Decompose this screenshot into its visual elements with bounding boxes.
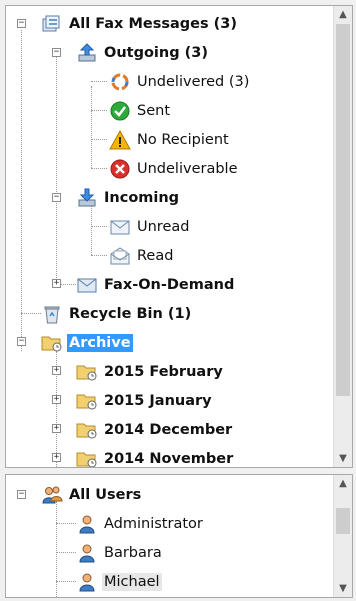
tree-item-label: No Recipient bbox=[137, 131, 229, 148]
tree-item-label: Archive bbox=[67, 333, 133, 352]
tree-item-incoming[interactable]: Incoming bbox=[76, 183, 181, 212]
scroll-down-arrow-icon[interactable]: ▼ bbox=[334, 580, 352, 597]
expand-toggle[interactable]: + bbox=[52, 424, 61, 433]
tree-item-label: All Fax Messages (3) bbox=[69, 15, 237, 32]
tree-item-label: Michael bbox=[102, 572, 162, 591]
error-icon bbox=[109, 158, 131, 180]
tree-line bbox=[56, 552, 76, 553]
scrollbar-thumb[interactable] bbox=[336, 508, 350, 534]
warning-icon bbox=[109, 129, 131, 151]
outgoing-tray-icon bbox=[76, 42, 98, 64]
collapse-toggle[interactable]: − bbox=[17, 490, 26, 499]
tree-item-undeliverable[interactable]: Undeliverable bbox=[109, 154, 240, 183]
tree-item-unread[interactable]: Unread bbox=[109, 212, 191, 241]
retry-arrows-icon bbox=[109, 71, 131, 93]
tree-line bbox=[56, 57, 57, 284]
tree-item-label: Sent bbox=[137, 102, 171, 119]
tree-item-2015-january[interactable]: 2015 January bbox=[76, 386, 214, 415]
tree-item-label: 2015 January bbox=[104, 392, 212, 409]
recycle-bin-icon bbox=[41, 303, 63, 325]
tree-item-label: 2015 February bbox=[104, 363, 223, 380]
tree-item-sent[interactable]: Sent bbox=[109, 96, 172, 125]
tree-line bbox=[91, 86, 92, 168]
archive-folder-icon bbox=[76, 448, 98, 467]
tree-item-label: Fax-On-Demand bbox=[104, 276, 235, 293]
expand-toggle[interactable]: + bbox=[52, 395, 61, 404]
tree-item-no-recipient[interactable]: No Recipient bbox=[109, 125, 231, 154]
tree-line bbox=[91, 139, 107, 140]
user-icon bbox=[76, 513, 98, 535]
tree-item-read[interactable]: Read bbox=[109, 241, 175, 270]
tree-item-label: Recycle Bin (1) bbox=[69, 305, 192, 322]
tree-line bbox=[91, 168, 107, 169]
tree-item-label: Outgoing (3) bbox=[104, 44, 208, 61]
check-icon bbox=[109, 100, 131, 122]
collapse-toggle[interactable]: − bbox=[17, 337, 26, 346]
user-icon bbox=[76, 542, 98, 564]
tree-item-user[interactable]: Barbara bbox=[76, 538, 164, 567]
archive-folder-icon bbox=[76, 390, 98, 412]
tree-item-label: Unread bbox=[137, 218, 190, 235]
tree-line bbox=[21, 313, 41, 314]
tree-item-2014-november[interactable]: 2014 November bbox=[76, 444, 235, 467]
tree-line bbox=[91, 255, 107, 256]
open-envelope-icon bbox=[109, 245, 131, 267]
tree-item-all-fax-messages[interactable]: All Fax Messages (3) bbox=[41, 9, 239, 38]
tree-item-label: Undeliverable bbox=[137, 160, 238, 177]
tree-item-label: 2014 November bbox=[104, 450, 234, 467]
tree-line bbox=[21, 30, 22, 351]
scroll-up-arrow-icon[interactable]: ▲ bbox=[334, 6, 352, 23]
collapse-toggle[interactable]: − bbox=[52, 48, 61, 57]
tree-item-2014-december[interactable]: 2014 December bbox=[76, 415, 234, 444]
tree-item-label: Barbara bbox=[104, 544, 162, 561]
tree-item-label: Undelivered (3) bbox=[137, 73, 250, 90]
expand-toggle[interactable]: + bbox=[52, 366, 61, 375]
vertical-scrollbar[interactable]: ▲ ▼ bbox=[333, 475, 352, 597]
expand-toggle[interactable]: + bbox=[52, 453, 61, 462]
incoming-tray-icon bbox=[76, 187, 98, 209]
archive-folder-icon bbox=[76, 361, 98, 383]
tree-item-recycle-bin[interactable]: Recycle Bin (1) bbox=[41, 299, 193, 328]
scroll-up-arrow-icon[interactable]: ▲ bbox=[334, 475, 352, 492]
collapse-toggle[interactable]: − bbox=[17, 19, 26, 28]
tree-line bbox=[56, 581, 76, 582]
vertical-scrollbar[interactable]: ▲ ▼ bbox=[333, 6, 352, 467]
tree-line bbox=[91, 226, 107, 227]
scroll-down-arrow-icon[interactable]: ▼ bbox=[334, 450, 352, 467]
users-tree: − All Users Administrator Barbara Michae… bbox=[5, 474, 353, 598]
scrollbar-thumb[interactable] bbox=[336, 24, 350, 396]
tree-item-fax-on-demand[interactable]: Fax-On-Demand bbox=[76, 270, 236, 299]
fax-stack-icon bbox=[41, 13, 63, 35]
user-icon bbox=[76, 571, 98, 593]
tree-item-user[interactable]: Michael bbox=[76, 567, 162, 596]
tree-item-label: Read bbox=[137, 247, 174, 264]
tree-item-user[interactable]: Administrator bbox=[76, 509, 205, 538]
envelope-icon bbox=[76, 274, 98, 296]
tree-line bbox=[56, 501, 57, 597]
collapse-toggle[interactable]: − bbox=[52, 193, 61, 202]
tree-item-label: Incoming bbox=[104, 189, 180, 206]
tree-item-label: All Users bbox=[69, 486, 142, 503]
envelope-icon bbox=[109, 216, 131, 238]
tree-line bbox=[91, 110, 107, 111]
archive-folder-icon bbox=[41, 332, 63, 354]
users-group-icon bbox=[41, 484, 63, 506]
tree-item-all-users[interactable]: All Users bbox=[41, 480, 143, 509]
tree-item-2015-february[interactable]: 2015 February bbox=[76, 357, 225, 386]
tree-item-undelivered[interactable]: Undelivered (3) bbox=[109, 67, 251, 96]
archive-folder-icon bbox=[76, 419, 98, 441]
tree-item-label: Administrator bbox=[104, 515, 203, 532]
tree-line bbox=[91, 81, 107, 82]
tree-item-archive[interactable]: Archive bbox=[41, 328, 133, 357]
tree-item-label: 2014 December bbox=[104, 421, 233, 438]
tree-item-outgoing[interactable]: Outgoing (3) bbox=[76, 38, 210, 67]
expand-toggle[interactable]: + bbox=[52, 279, 61, 288]
fax-folder-tree: − − − + − + + + + All Fax Messages (3) O… bbox=[5, 5, 353, 468]
tree-line bbox=[56, 523, 76, 524]
